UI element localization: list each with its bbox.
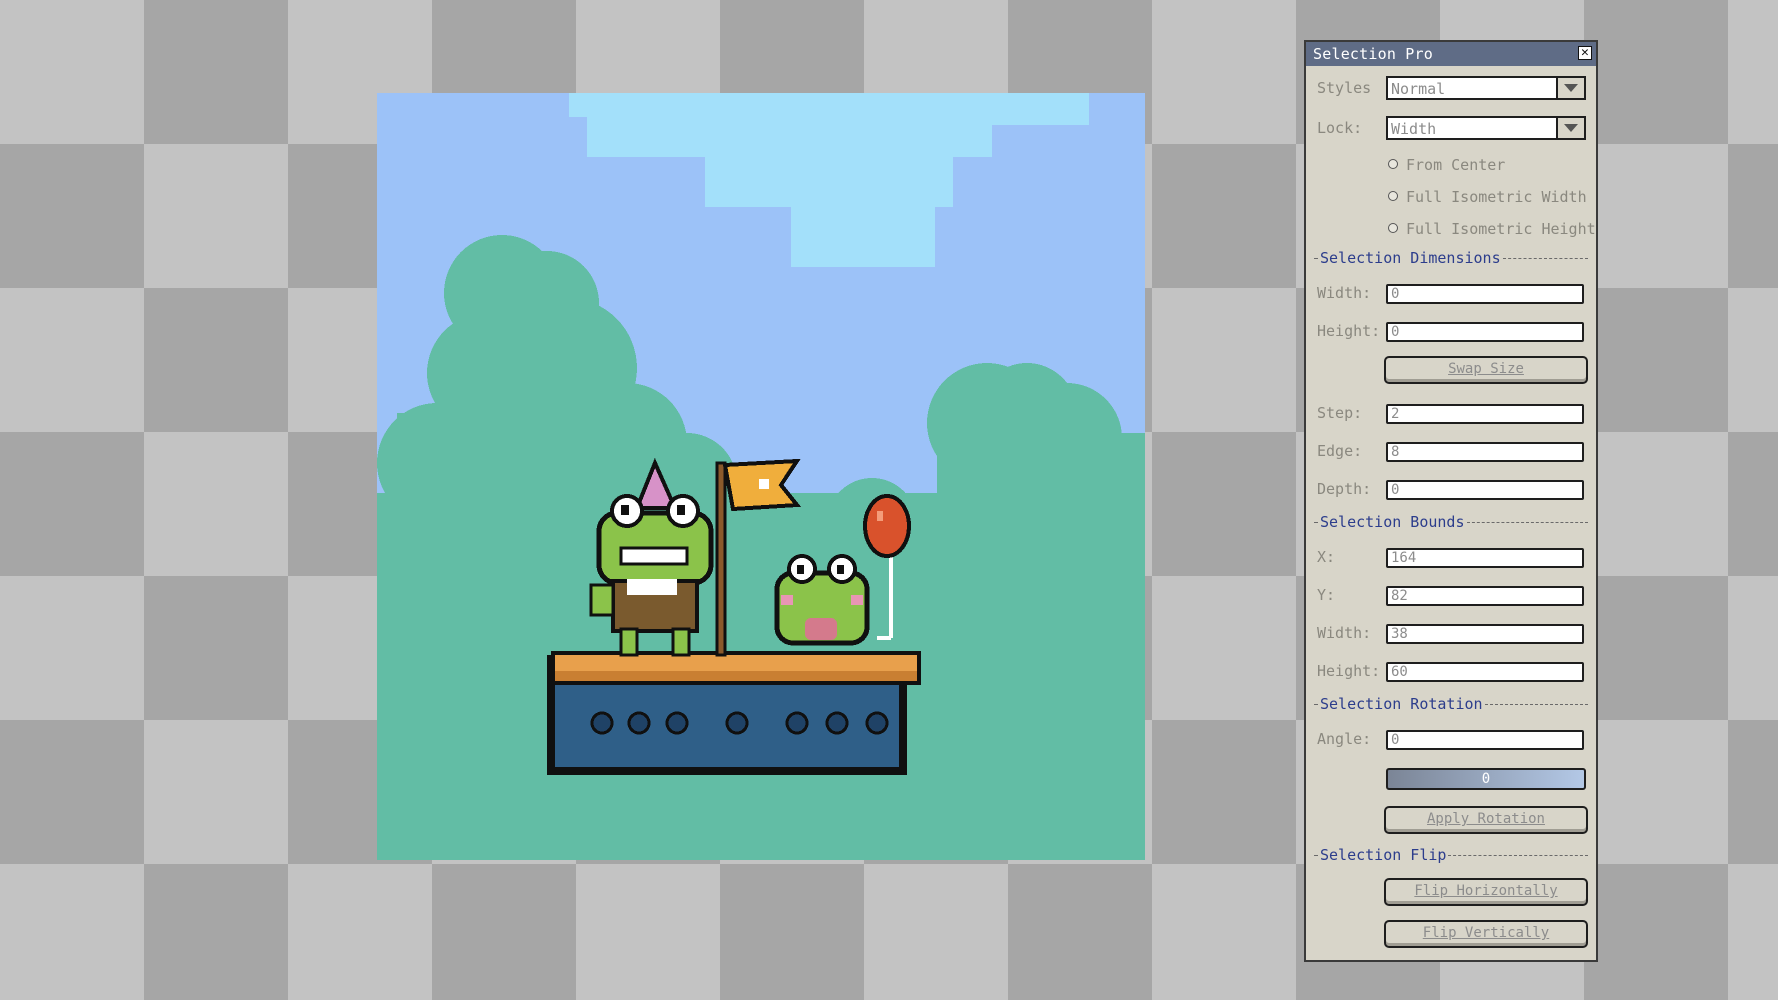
lock-value: Width [1391,120,1437,138]
radio-circle-icon[interactable] [1388,222,1398,233]
styles-dropdown[interactable]: Normal [1386,76,1586,100]
bounds-height-label: Height: [1317,662,1381,680]
step-label: Step: [1317,404,1363,422]
full-isometric-height-checkbox[interactable]: Full Isometric Height [1388,220,1596,238]
dim-height-label: Height: [1317,322,1381,340]
edge-label: Edge: [1317,442,1363,460]
section-heading: Selection Bounds [1320,513,1465,531]
flip-vertically-button[interactable]: Flip Vertically [1384,920,1588,948]
angle-label: Angle: [1317,730,1372,748]
apply-rotation-button[interactable]: Apply Rotation [1384,806,1588,834]
swap-size-button[interactable]: Swap Size [1384,356,1588,384]
bounds-x-input[interactable]: 164 [1386,548,1584,568]
styles-label: Styles [1317,79,1372,97]
full-isometric-width-checkbox[interactable]: Full Isometric Width [1388,188,1587,206]
panel-titlebar[interactable]: Selection Pro ✕ [1306,42,1596,66]
dim-width-input[interactable]: 0 [1386,284,1584,304]
radio-circle-icon[interactable] [1388,190,1398,201]
bounds-width-input[interactable]: 38 [1386,624,1584,644]
depth-input[interactable]: 0 [1386,480,1584,500]
dim-height-input[interactable]: 0 [1386,322,1584,342]
bounds-y-label: Y: [1317,586,1336,604]
dim-width-label: Width: [1317,284,1372,302]
section-selection-rotation: Selection Rotation [1314,695,1588,713]
bounds-x-label: X: [1317,548,1336,566]
chevron-down-icon[interactable] [1556,78,1584,98]
bounds-y-input[interactable]: 82 [1386,586,1584,606]
section-heading: Selection Flip [1320,846,1447,864]
angle-input[interactable]: 0 [1386,730,1584,750]
step-input[interactable]: 2 [1386,404,1584,424]
lock-label: Lock: [1317,119,1363,137]
from-center-checkbox[interactable]: From Center [1388,156,1505,174]
bounds-width-label: Width: [1317,624,1372,642]
rotation-slider[interactable]: 0 [1386,768,1586,790]
section-selection-bounds: Selection Bounds [1314,513,1588,531]
panel-title: Selection Pro [1313,45,1433,63]
edge-input[interactable]: 8 [1386,442,1584,462]
lock-dropdown[interactable]: Width [1386,116,1586,140]
full-isometric-height-label: Full Isometric Height [1406,220,1596,238]
section-selection-flip: Selection Flip [1314,846,1588,864]
selection-pro-panel: Selection Pro ✕ Styles Normal Lock: Widt… [1304,40,1598,962]
chevron-down-icon[interactable] [1556,118,1584,138]
from-center-label: From Center [1406,156,1506,174]
section-heading: Selection Dimensions [1320,249,1501,267]
styles-value: Normal [1391,80,1446,98]
rotation-slider-value: 0 [1481,771,1491,787]
close-icon[interactable]: ✕ [1578,46,1592,60]
ground-platform [547,651,921,775]
bounds-height-input[interactable]: 60 [1386,662,1584,682]
full-isometric-width-label: Full Isometric Width [1406,188,1587,206]
section-heading: Selection Rotation [1320,695,1483,713]
section-selection-dimensions: Selection Dimensions [1314,249,1588,267]
radio-circle-icon[interactable] [1388,158,1398,169]
flip-horizontally-button[interactable]: Flip Horizontally [1384,878,1588,906]
depth-label: Depth: [1317,480,1372,498]
pixel-art-canvas[interactable] [377,93,1145,860]
